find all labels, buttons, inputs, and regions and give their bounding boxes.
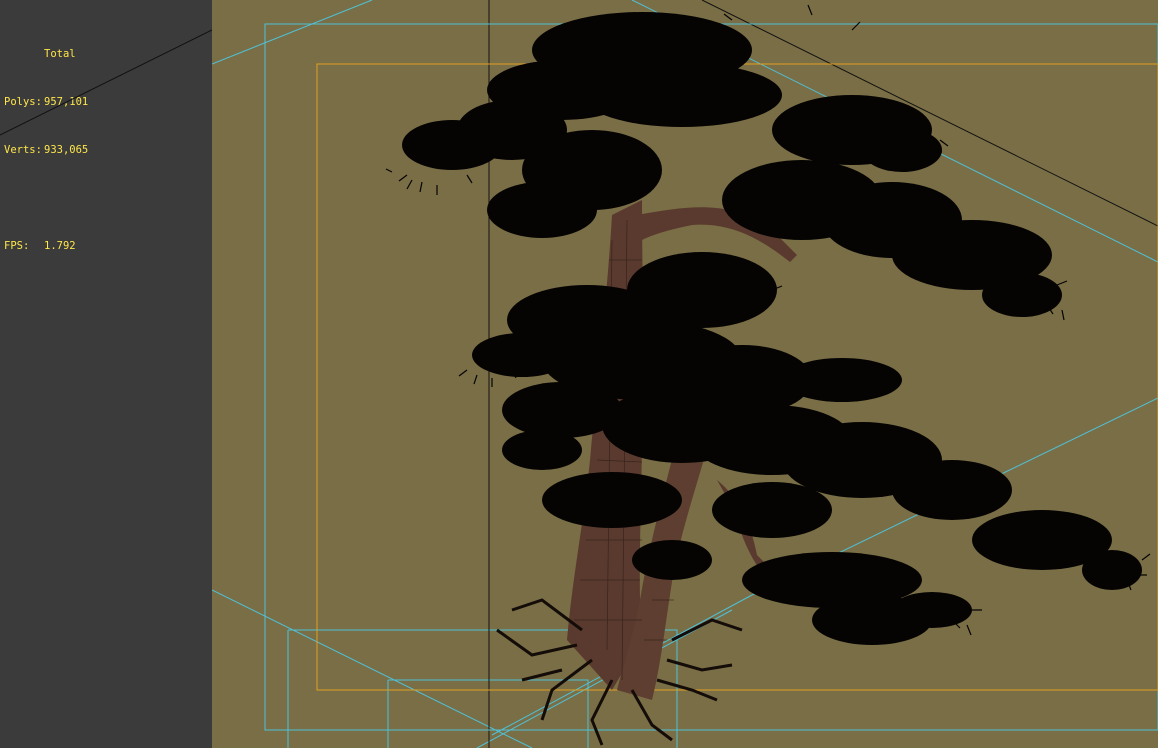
panel-guide-line bbox=[0, 29, 212, 136]
3d-viewport[interactable] bbox=[212, 0, 1158, 748]
viewport-canvas[interactable] bbox=[212, 0, 1158, 748]
fps-row: FPS: 1.792 bbox=[4, 238, 88, 254]
pine-foliage bbox=[402, 12, 1142, 645]
fps-value: 1.792 bbox=[44, 240, 76, 252]
fps-label: FPS: bbox=[4, 240, 30, 252]
